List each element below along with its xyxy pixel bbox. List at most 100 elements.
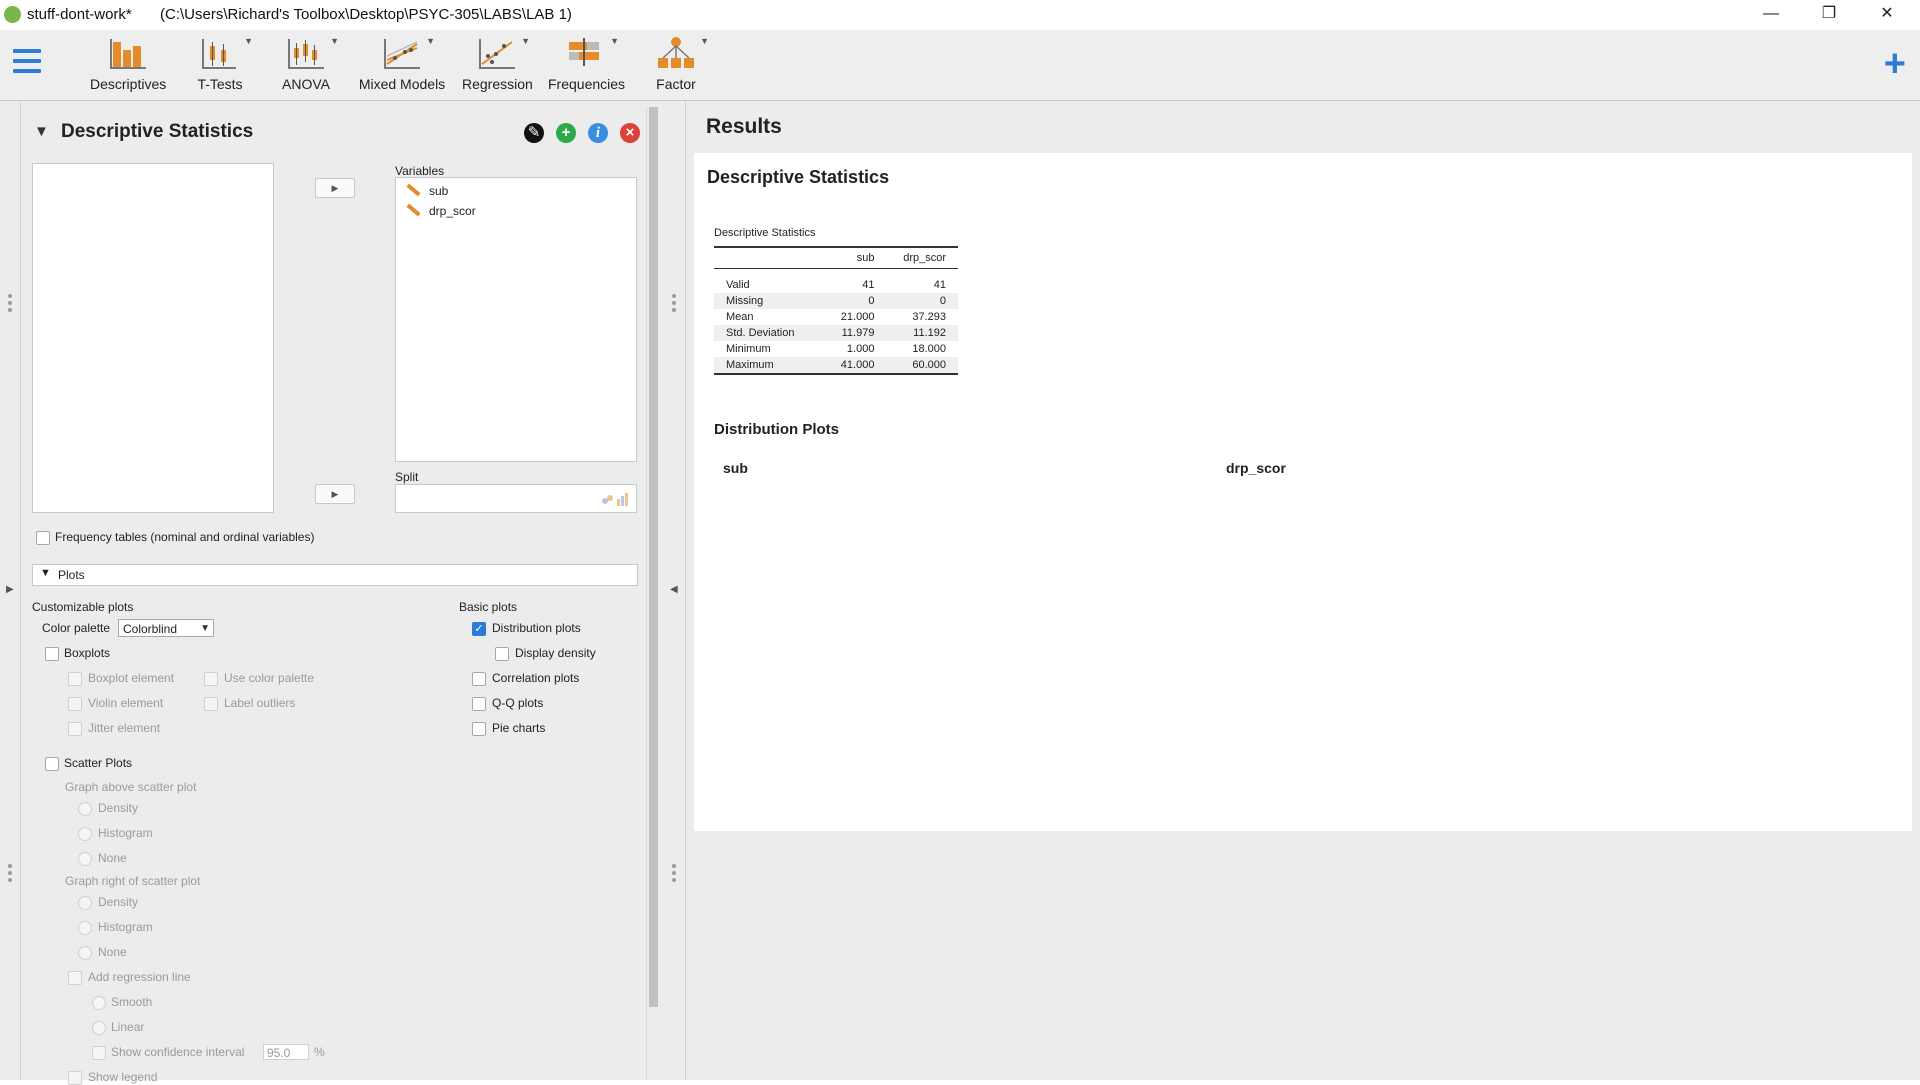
linear-label: Linear (111, 1020, 145, 1034)
linear-radio[interactable] (92, 1021, 106, 1035)
collapse-options-arrow-icon[interactable]: ◀ (670, 584, 678, 595)
cell: 18.000 (912, 343, 946, 355)
show-legend-checkbox[interactable] (68, 1071, 82, 1085)
ribbon-mixed-models[interactable]: ▼ Mixed Models (358, 34, 446, 98)
ribbon-regression-label: Regression (462, 76, 533, 92)
smooth-label: Smooth (111, 995, 153, 1009)
expand-data-arrow-icon[interactable]: ▶ (6, 584, 14, 595)
variables-target-box[interactable]: sub drp_scor (395, 177, 637, 462)
variable-item-drp-scor[interactable]: drp_scor (406, 203, 476, 222)
ribbon-t-tests[interactable]: ▼ T-Tests (190, 34, 253, 98)
descriptives-table[interactable]: sub drp_scor Valid 41 41 Missing 0 0 Mean 21.… (714, 246, 958, 375)
ribbon-factor[interactable]: ▼ Factor (650, 34, 709, 98)
plots-section-header[interactable]: ▼ Plots (32, 564, 638, 586)
ribbon-t-tests-label: T-Tests (197, 76, 243, 92)
table-row: Minimum 1.000 18.000 (714, 341, 958, 357)
scatter-plots-checkbox[interactable] (45, 757, 59, 771)
color-palette-select[interactable]: Colorblind ▼ (118, 619, 214, 637)
show-ci-checkbox[interactable] (92, 1046, 106, 1060)
results-title: Results (706, 115, 782, 138)
correlation-plots-label: Correlation plots (492, 671, 580, 685)
ribbon-anova-label: ANOVA (282, 76, 330, 92)
color-palette-label: Color palette (42, 621, 111, 635)
right-histogram-label: Histogram (98, 920, 153, 934)
customizable-plots-heading: Customizable plots (32, 600, 134, 614)
plots-section-label: Plots (58, 568, 85, 582)
add-module-button[interactable]: + (1884, 45, 1906, 83)
frequency-tables-checkbox[interactable] (36, 531, 50, 545)
table-row: Std. Deviation 11.979 11.192 (714, 325, 958, 341)
label-outliers-label: Label outliers (224, 696, 296, 710)
ribbon-descriptives[interactable]: Descriptives (90, 34, 166, 98)
cell: 0 (886, 293, 958, 309)
add-regression-line-label: Add regression line (88, 970, 191, 984)
basic-plots-heading: Basic plots (459, 600, 518, 614)
main-menu-button[interactable] (13, 49, 41, 77)
divider-grip-icon[interactable] (672, 294, 676, 315)
distribution-plots-checkbox[interactable]: ✓ (472, 622, 486, 636)
move-to-variables-button[interactable]: ▶ (315, 178, 355, 198)
boxplot-element-checkbox[interactable] (68, 672, 82, 686)
boxplot-element-label: Boxplot element (88, 671, 175, 685)
table-row: Mean 21.000 37.293 (714, 309, 958, 325)
add-analysis-icon[interactable]: + (556, 123, 576, 143)
variable-item-sub[interactable]: sub (406, 183, 449, 202)
correlation-plots-checkbox[interactable] (472, 672, 486, 686)
qq-plots-label: Q-Q plots (492, 696, 544, 710)
display-density-label: Display density (515, 646, 596, 660)
boxplots-checkbox[interactable] (45, 647, 59, 661)
continuous-variable-icon (406, 203, 421, 217)
left-resize-grip-lower-icon[interactable] (8, 864, 12, 885)
above-histogram-radio[interactable] (78, 827, 92, 841)
label-outliers-checkbox[interactable] (204, 697, 218, 711)
show-legend-label: Show legend (88, 1070, 158, 1084)
mixed-models-icon: ▼ (379, 34, 435, 70)
above-density-radio[interactable] (78, 802, 92, 816)
ribbon-frequencies-label: Frequencies (548, 76, 626, 92)
collapse-analysis-arrow-icon[interactable]: ▼ (34, 123, 49, 140)
graph-right-label: Graph right of scatter plot (65, 874, 201, 888)
close-window-button[interactable]: ✕ (1858, 0, 1916, 30)
right-density-radio[interactable] (78, 896, 92, 910)
left-resize-grip-icon[interactable] (8, 294, 12, 315)
variable-name: sub (429, 184, 449, 198)
minimize-button[interactable]: — (1742, 0, 1800, 30)
above-none-radio[interactable] (78, 852, 92, 866)
variable-name: drp_scor (429, 204, 476, 218)
analysis-title: Descriptive Statistics (61, 121, 254, 142)
right-histogram-radio[interactable] (78, 921, 92, 935)
table-header-row: sub drp_scor (714, 246, 958, 269)
display-density-checkbox[interactable] (495, 647, 509, 661)
frequency-tables-label: Frequency tables (nominal and ordinal va… (55, 530, 315, 544)
restore-button[interactable]: ❐ (1800, 0, 1858, 30)
ribbon-frequencies[interactable]: ▼ Frequencies (548, 34, 626, 98)
plots-collapse-arrow-icon: ▼ (40, 567, 51, 579)
move-to-split-button[interactable]: ▶ (315, 484, 355, 504)
cell: 1.000 (846, 343, 875, 355)
qq-plots-checkbox[interactable] (472, 697, 486, 711)
edit-title-icon[interactable]: ✎ (524, 123, 544, 143)
results-analysis-heading[interactable]: Descriptive Statistics (707, 167, 889, 188)
title-bar: stuff-dont-work* (C:\Users\Richard's Too… (0, 0, 1920, 30)
anova-icon: ▼ (283, 34, 339, 70)
scatter-plots-label: Scatter Plots (64, 756, 133, 770)
use-color-palette-checkbox[interactable] (204, 672, 218, 686)
violin-element-checkbox[interactable] (68, 697, 82, 711)
ci-level-input[interactable]: 95.0 (263, 1044, 309, 1060)
close-analysis-icon[interactable]: × (620, 123, 640, 143)
options-scrollbar-thumb[interactable] (649, 107, 658, 1007)
color-palette-value: Colorblind (123, 622, 178, 636)
add-regression-line-checkbox[interactable] (68, 971, 82, 985)
ribbon-anova[interactable]: ▼ ANOVA (280, 34, 339, 98)
pie-charts-checkbox[interactable] (472, 722, 486, 736)
available-variables-list[interactable] (32, 163, 274, 513)
split-target-box[interactable] (395, 484, 637, 513)
info-icon[interactable]: i (588, 123, 608, 143)
jitter-element-checkbox[interactable] (68, 722, 82, 736)
ribbon-regression[interactable]: ▼ Regression (462, 34, 533, 98)
divider-grip-lower-icon[interactable] (672, 864, 676, 885)
cell: 11.192 (886, 325, 958, 341)
right-none-radio[interactable] (78, 946, 92, 960)
above-none-label: None (98, 851, 127, 865)
smooth-radio[interactable] (92, 996, 106, 1010)
